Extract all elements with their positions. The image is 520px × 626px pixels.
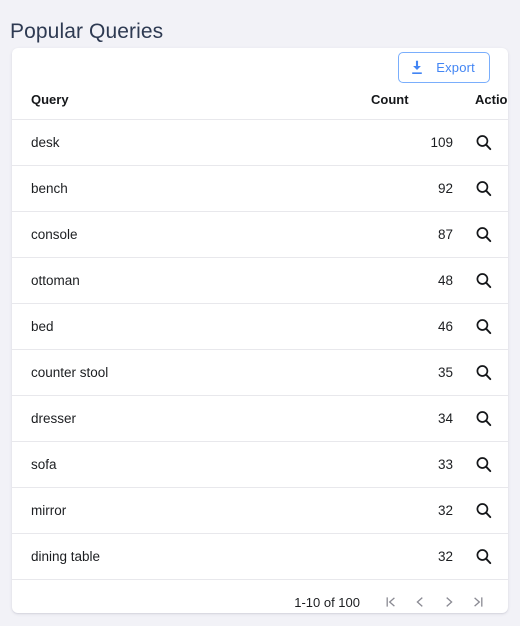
cell-actions bbox=[463, 533, 508, 579]
cell-count: 109 bbox=[371, 119, 463, 166]
table-footer: 1-10 of 100 bbox=[12, 579, 508, 613]
page-title: Popular Queries bbox=[10, 20, 164, 44]
first-page-button[interactable] bbox=[376, 588, 405, 613]
first-page-icon bbox=[384, 595, 398, 609]
table-head: Query Count Actions bbox=[12, 92, 508, 120]
search-icon[interactable] bbox=[475, 134, 492, 151]
cell-actions bbox=[463, 119, 508, 166]
table-body: desk 109 bench 92 console 87 ottoman 48 bed 46 cou… bbox=[12, 119, 508, 579]
download-icon bbox=[410, 60, 424, 75]
table-row: ottoman 48 bbox=[12, 257, 508, 304]
cell-count: 33 bbox=[371, 441, 463, 488]
search-icon[interactable] bbox=[475, 456, 492, 473]
popular-queries-table: Query Count Actions desk109bench92consol… bbox=[12, 92, 508, 579]
search-icon[interactable] bbox=[475, 272, 492, 289]
cell-query: desk bbox=[12, 119, 371, 166]
export-button[interactable]: Export bbox=[398, 52, 490, 83]
cell-actions bbox=[463, 257, 508, 304]
cell-count: 32 bbox=[371, 487, 463, 534]
search-icon[interactable] bbox=[475, 548, 492, 565]
search-icon[interactable] bbox=[475, 180, 492, 197]
search-icon[interactable] bbox=[475, 364, 492, 381]
table-row: counter stool 35 bbox=[12, 349, 508, 396]
last-page-icon bbox=[471, 595, 485, 609]
cell-count: 92 bbox=[371, 165, 463, 212]
column-header-query: Query bbox=[31, 92, 69, 107]
cell-query: counter stool bbox=[12, 349, 371, 396]
cell-actions bbox=[463, 395, 508, 442]
table-row: dining table 32 bbox=[12, 533, 508, 579]
cell-count: 32 bbox=[371, 533, 463, 579]
table-header-row: Query Count Actions bbox=[12, 92, 508, 120]
pagination-range-label: 1-10 of 100 bbox=[294, 594, 360, 610]
cell-actions bbox=[463, 165, 508, 212]
cell-query: dining table bbox=[12, 533, 371, 579]
chevron-left-icon bbox=[413, 595, 427, 609]
popular-queries-card: Export Query Count Actions desk109bench9… bbox=[12, 48, 508, 613]
column-header-count: Count bbox=[371, 92, 409, 107]
last-page-button[interactable] bbox=[463, 588, 492, 613]
cell-count: 87 bbox=[371, 211, 463, 258]
column-header-actions: Actions bbox=[475, 92, 508, 107]
cell-actions bbox=[463, 349, 508, 396]
table-row: desk 109 bbox=[12, 119, 508, 166]
cell-count: 34 bbox=[371, 395, 463, 442]
table-row: bed 46 bbox=[12, 303, 508, 350]
cell-query: dresser bbox=[12, 395, 371, 442]
export-button-label: Export bbox=[436, 60, 475, 75]
previous-page-button[interactable] bbox=[405, 588, 434, 613]
search-icon[interactable] bbox=[475, 502, 492, 519]
table-row: bench 92 bbox=[12, 165, 508, 212]
search-icon[interactable] bbox=[475, 410, 492, 427]
cell-actions bbox=[463, 211, 508, 258]
cell-query: bench bbox=[12, 165, 371, 212]
search-icon[interactable] bbox=[475, 226, 492, 243]
next-page-button[interactable] bbox=[434, 588, 463, 613]
cell-query: mirror bbox=[12, 487, 371, 534]
chevron-right-icon bbox=[442, 595, 456, 609]
search-icon[interactable] bbox=[475, 318, 492, 335]
table-row: console 87 bbox=[12, 211, 508, 258]
cell-count: 46 bbox=[371, 303, 463, 350]
table-row: dresser 34 bbox=[12, 395, 508, 442]
cell-query: ottoman bbox=[12, 257, 371, 304]
cell-actions bbox=[463, 303, 508, 350]
cell-count: 48 bbox=[371, 257, 463, 304]
cell-actions bbox=[463, 441, 508, 488]
cell-query: sofa bbox=[12, 441, 371, 488]
table-row: mirror 32 bbox=[12, 487, 508, 534]
table-toolbar: Export bbox=[12, 48, 508, 92]
cell-actions bbox=[463, 487, 508, 534]
cell-query: console bbox=[12, 211, 371, 258]
cell-query: bed bbox=[12, 303, 371, 350]
cell-count: 35 bbox=[371, 349, 463, 396]
table-row: sofa 33 bbox=[12, 441, 508, 488]
